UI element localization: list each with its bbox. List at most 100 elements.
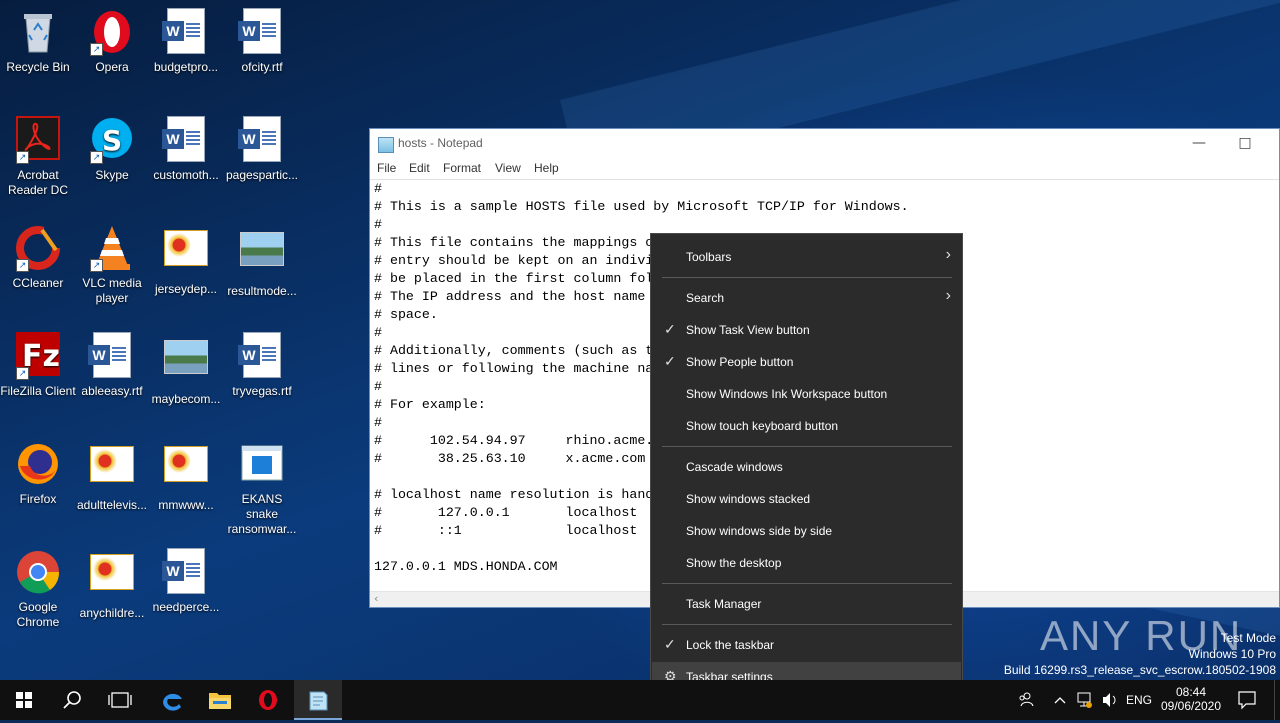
- desktop-icon-maybecom[interactable]: maybecom...: [148, 332, 224, 407]
- taskbar: ENG 08:44 09/06/2020: [0, 680, 1280, 720]
- maximize-button[interactable]: □: [1222, 129, 1268, 159]
- desktop-icon-opera[interactable]: ↗ Opera: [74, 8, 150, 75]
- start-button[interactable]: [0, 680, 48, 720]
- desktop-icon-tryvegas[interactable]: W tryvegas.rtf: [224, 332, 300, 399]
- minimize-button[interactable]: —: [1176, 129, 1222, 159]
- task-view-button[interactable]: [96, 680, 144, 720]
- menu-item-label: Search: [686, 291, 725, 305]
- word-document-icon: W: [88, 332, 136, 380]
- desktop-icon-skype[interactable]: S ↗ Skype: [74, 116, 150, 183]
- menu-item-toolbars[interactable]: Toolbars ›: [652, 242, 961, 272]
- menu-item-label: Show the desktop: [686, 556, 782, 570]
- desktop-icon-customoth[interactable]: W customoth...: [148, 116, 224, 183]
- show-desktop-button[interactable]: [1274, 680, 1280, 720]
- desktop-icon-label: EKANS snake ransomwar...: [227, 492, 297, 536]
- desktop-icon-needperce[interactable]: W needperce...: [148, 548, 224, 615]
- desktop-icon-ekans[interactable]: EKANS snake ransomwar...: [224, 440, 300, 537]
- checkmark-icon: ✓: [664, 353, 676, 369]
- shortcut-arrow-icon: ↗: [16, 151, 29, 164]
- menu-item-lock-taskbar[interactable]: ✓ Lock the taskbar: [652, 630, 961, 660]
- chrome-icon: [14, 548, 62, 596]
- people-button[interactable]: [1014, 680, 1036, 720]
- menu-file[interactable]: File: [377, 161, 396, 175]
- desktop-icon-resultmode[interactable]: resultmode...: [224, 224, 300, 299]
- menu-edit[interactable]: Edit: [409, 161, 430, 175]
- application-window-icon: [238, 440, 286, 488]
- acrobat-icon: ↗: [14, 116, 62, 164]
- taskbar-opera[interactable]: [244, 680, 292, 720]
- opera-icon: ↗: [88, 8, 136, 56]
- menu-separator: [662, 446, 952, 447]
- menu-item-show-people[interactable]: ✓ Show People button: [652, 347, 961, 377]
- desktop-icon-recycle-bin[interactable]: Recycle Bin: [0, 8, 76, 75]
- desktop-icon-chrome[interactable]: Google Chrome: [0, 548, 76, 630]
- filezilla-icon: Fz ↗: [14, 332, 62, 380]
- windows-edition-label: Windows 10 Pro: [1188, 647, 1276, 661]
- show-hidden-icons-button[interactable]: [1050, 680, 1070, 720]
- desktop-icon-vlc[interactable]: ↗ VLC media player: [74, 224, 150, 306]
- scroll-left-icon[interactable]: ‹: [374, 592, 378, 605]
- desktop-icon-ofcity[interactable]: W ofcity.rtf: [224, 8, 300, 75]
- volume-icon: [1103, 693, 1116, 707]
- title-bar[interactable]: hosts - Notepad — □: [370, 129, 1279, 159]
- menu-item-show-task-view[interactable]: ✓ Show Task View button: [652, 315, 961, 345]
- chevron-right-icon: ›: [945, 246, 951, 263]
- menu-item-label: Task Manager: [686, 597, 762, 611]
- desktop-icon-pagespartic[interactable]: W pagespartic...: [224, 116, 300, 183]
- menu-bar: File Edit Format View Help: [370, 159, 1279, 179]
- taskbar-notepad[interactable]: [294, 680, 342, 720]
- desktop-icon-label: maybecom...: [151, 392, 221, 406]
- folder-icon: [209, 693, 231, 709]
- taskbar-file-explorer[interactable]: [196, 680, 244, 720]
- desktop-icon-ccleaner[interactable]: ↗ CCleaner: [0, 224, 76, 291]
- menu-item-label: Show windows stacked: [686, 492, 811, 506]
- language-indicator[interactable]: ENG: [1126, 680, 1152, 720]
- menu-separator: [662, 624, 952, 625]
- desktop-icon-label: budgetpro...: [153, 60, 219, 74]
- image-file-icon: [162, 230, 210, 278]
- clock[interactable]: 08:44 09/06/2020: [1158, 680, 1224, 720]
- svg-text:S: S: [102, 124, 122, 157]
- firefox-icon: [14, 440, 62, 488]
- desktop-icon-budgetpro[interactable]: W budgetpro...: [148, 8, 224, 75]
- desktop-icon-anychildre[interactable]: anychildre...: [74, 548, 150, 621]
- taskbar-edge[interactable]: [148, 680, 196, 720]
- desktop-icon-label: ableeasy.rtf: [81, 384, 143, 398]
- desktop-icon-jerseydep[interactable]: jerseydep...: [148, 224, 224, 297]
- shortcut-arrow-icon: ↗: [16, 367, 29, 380]
- window-title: hosts - Notepad: [398, 136, 483, 150]
- menu-item-task-manager[interactable]: Task Manager: [652, 589, 961, 619]
- search-button[interactable]: [48, 680, 96, 720]
- menu-item-show-ink-workspace[interactable]: Show Windows Ink Workspace button: [652, 379, 961, 409]
- desktop-icon-acrobat[interactable]: ↗ Acrobat Reader DC: [0, 116, 76, 198]
- desktop-icon-label: Skype: [95, 168, 129, 182]
- desktop-icon-label: needperce...: [152, 600, 220, 614]
- menu-item-show-desktop[interactable]: Show the desktop: [652, 548, 961, 578]
- desktop-icon-label: customoth...: [153, 168, 219, 182]
- action-center-button[interactable]: [1232, 680, 1262, 720]
- menu-item-stacked[interactable]: Show windows stacked: [652, 484, 961, 514]
- menu-item-show-touch-keyboard[interactable]: Show touch keyboard button: [652, 411, 961, 441]
- desktop-icon-ableeasy[interactable]: W ableeasy.rtf: [74, 332, 150, 399]
- volume-button[interactable]: [1098, 680, 1120, 720]
- recycle-bin-icon: [14, 8, 62, 56]
- desktop-icon-adulttelevis[interactable]: adulttelevis...: [74, 440, 150, 513]
- menu-item-label: Show Task View button: [686, 323, 810, 337]
- word-document-icon: W: [162, 8, 210, 56]
- menu-view[interactable]: View: [495, 161, 521, 175]
- menu-item-search[interactable]: Search ›: [652, 283, 961, 313]
- desktop-icon-mmwww[interactable]: mmwww...: [148, 440, 224, 513]
- menu-item-label: Toolbars: [686, 250, 732, 264]
- desktop-icon-firefox[interactable]: Firefox: [0, 440, 76, 507]
- windows-build-label: Build 16299.rs3_release_svc_escrow.18050…: [1003, 663, 1276, 677]
- search-icon: [63, 691, 81, 709]
- menu-help[interactable]: Help: [534, 161, 559, 175]
- desktop-icon-filezilla[interactable]: Fz ↗ FileZilla Client: [0, 332, 76, 399]
- network-button[interactable]: [1073, 680, 1095, 720]
- shortcut-arrow-icon: ↗: [90, 43, 103, 56]
- menu-item-side-by-side[interactable]: Show windows side by side: [652, 516, 961, 546]
- word-document-icon: W: [162, 548, 210, 596]
- menu-format[interactable]: Format: [443, 161, 481, 175]
- menu-item-cascade[interactable]: Cascade windows: [652, 452, 961, 482]
- test-mode-label: Test Mode: [1220, 631, 1276, 645]
